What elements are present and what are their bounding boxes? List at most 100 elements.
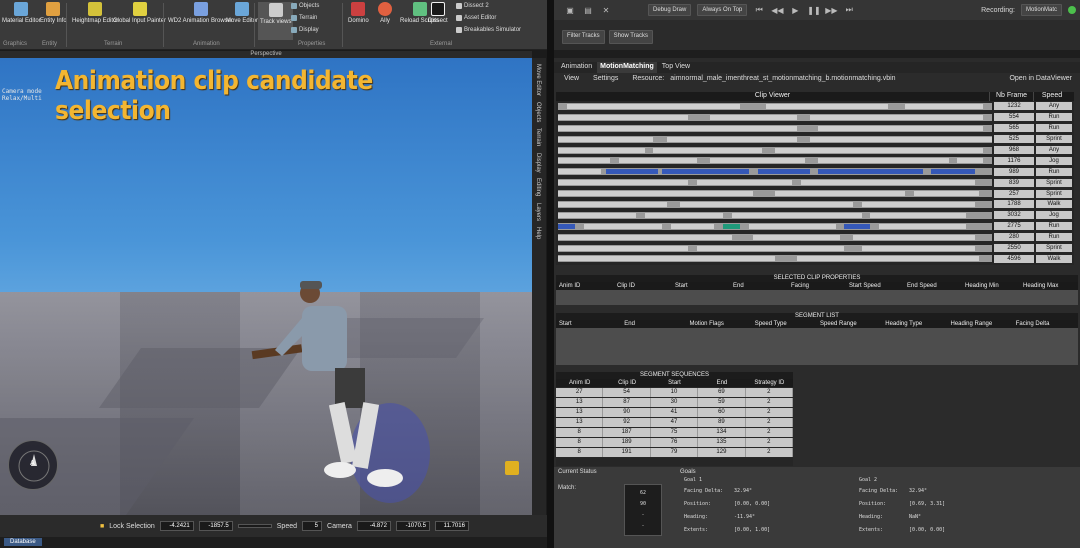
- sequence-row[interactable]: 8 189 76 135 2: [556, 438, 794, 447]
- clip-track[interactable]: [558, 124, 992, 132]
- clip-segment[interactable]: [818, 125, 984, 131]
- clip-row[interactable]: 280 Run: [556, 232, 1074, 243]
- pause-icon[interactable]: ❚❚: [807, 6, 820, 15]
- clip-segment[interactable]: [905, 103, 984, 109]
- clip-row[interactable]: 1232 Any: [556, 101, 1074, 112]
- clip-segment[interactable]: [766, 103, 888, 109]
- clip-segment[interactable]: [558, 223, 576, 229]
- clip-row[interactable]: 4596 Walk: [556, 253, 1074, 264]
- clip-row[interactable]: 565 Run: [556, 123, 1074, 134]
- clip-segment[interactable]: [709, 158, 806, 164]
- clip-track[interactable]: [558, 179, 992, 187]
- filter-tracks-button[interactable]: Filter Tracks: [562, 30, 605, 44]
- clip-track[interactable]: [558, 244, 992, 252]
- display-toggle[interactable]: Display: [291, 27, 319, 33]
- clip-row[interactable]: 2775 Run: [556, 221, 1074, 232]
- clip-segment[interactable]: [679, 201, 854, 207]
- clip-segment[interactable]: [853, 234, 975, 240]
- clip-segment[interactable]: [696, 180, 793, 186]
- clip-segment[interactable]: [566, 103, 741, 109]
- clip-segment[interactable]: [584, 223, 663, 229]
- clip-segment[interactable]: [709, 114, 797, 120]
- debug-draw-button[interactable]: Debug Draw: [648, 4, 692, 16]
- sequence-row[interactable]: 13 90 41 60 2: [556, 408, 794, 417]
- sequence-row[interactable]: 8 191 79 129 2: [556, 448, 794, 457]
- camera-z-field[interactable]: 11.7016: [434, 521, 469, 531]
- clip-segment[interactable]: [605, 169, 658, 175]
- clip-row[interactable]: 525 Sprint: [556, 134, 1074, 145]
- side-tab-objects[interactable]: Objects: [535, 102, 541, 122]
- view-menu[interactable]: View: [564, 75, 579, 87]
- clip-segment[interactable]: [775, 147, 984, 153]
- clip-segment[interactable]: [775, 191, 906, 197]
- side-tab-layers[interactable]: Layers: [535, 203, 541, 221]
- clip-segment[interactable]: [722, 223, 741, 229]
- side-tab-editing[interactable]: Editing: [535, 178, 541, 196]
- breakables-simulator-button[interactable]: Breakables Simulator: [456, 27, 521, 33]
- clip-segment[interactable]: [757, 169, 810, 175]
- clip-track[interactable]: [558, 211, 992, 219]
- clip-segment[interactable]: [558, 136, 654, 142]
- clip-segment[interactable]: [931, 169, 975, 175]
- clip-segment[interactable]: [653, 147, 762, 153]
- clip-segment[interactable]: [558, 212, 637, 218]
- clip-row[interactable]: 1788 Walk: [556, 199, 1074, 210]
- heightmap-editor-button[interactable]: Heightmap Editor: [72, 2, 118, 25]
- clip-segment[interactable]: [558, 180, 689, 186]
- skip-start-icon[interactable]: ⏮: [753, 5, 765, 15]
- track-views-button[interactable]: Track views: [258, 2, 294, 40]
- skip-end-icon[interactable]: ⏭: [843, 5, 855, 15]
- clip-segment[interactable]: [558, 125, 797, 131]
- dissect-button[interactable]: Dissect: [428, 2, 448, 25]
- clip-segment[interactable]: [753, 234, 841, 240]
- step-back-icon[interactable]: ◀◀: [771, 6, 783, 15]
- domino-button[interactable]: Domino: [348, 2, 369, 25]
- clip-segment[interactable]: [696, 245, 845, 251]
- clip-track[interactable]: [558, 113, 992, 121]
- side-tab-move-editor[interactable]: Move Editor: [535, 64, 541, 96]
- panel-splitter[interactable]: [547, 0, 554, 548]
- clip-segment[interactable]: [558, 147, 645, 153]
- clip-track[interactable]: [558, 233, 992, 241]
- clip-segment[interactable]: [666, 136, 797, 142]
- camera-y-field[interactable]: -1070.5: [395, 521, 430, 531]
- clip-row[interactable]: 1176 Jog: [556, 155, 1074, 166]
- pos-x-field[interactable]: -4.2421: [159, 521, 194, 531]
- clip-segment[interactable]: [913, 191, 979, 197]
- tab-motion-matching[interactable]: MotionMatching: [597, 62, 657, 73]
- pos-y-field[interactable]: -1857.5: [198, 521, 233, 531]
- dissect2-button[interactable]: Dissect 2: [456, 3, 489, 9]
- clip-segment[interactable]: [731, 212, 862, 218]
- global-input-painter-button[interactable]: Global Input Painter: [113, 2, 166, 25]
- clip-row[interactable]: 968 Any: [556, 145, 1074, 156]
- objects-toggle[interactable]: Objects: [291, 3, 319, 9]
- clip-track[interactable]: [558, 146, 992, 154]
- clip-segment[interactable]: [818, 158, 949, 164]
- clip-segment[interactable]: [809, 114, 984, 120]
- clip-segment[interactable]: [748, 223, 836, 229]
- sequence-row[interactable]: 13 92 47 89 2: [556, 418, 794, 427]
- clip-segment[interactable]: [558, 158, 611, 164]
- clip-segment[interactable]: [558, 234, 732, 240]
- clip-segment[interactable]: [861, 245, 975, 251]
- settings-menu[interactable]: Settings: [593, 75, 618, 87]
- clip-segment[interactable]: [558, 256, 775, 262]
- sequence-row[interactable]: 8 187 75 134 2: [556, 428, 794, 437]
- speed-field[interactable]: 5: [302, 521, 323, 531]
- open-in-dataviewer-button[interactable]: Open in DataViewer: [1009, 75, 1072, 87]
- clip-segment[interactable]: [796, 256, 979, 262]
- clip-row[interactable]: 2550 Sprint: [556, 243, 1074, 254]
- clip-track[interactable]: [558, 168, 992, 176]
- clip-track[interactable]: [558, 222, 992, 230]
- clip-track[interactable]: [558, 102, 992, 110]
- material-editor-button[interactable]: Material Editor: [2, 2, 41, 25]
- play-icon[interactable]: ▶: [789, 6, 801, 15]
- clip-segment[interactable]: [957, 158, 984, 164]
- clip-segment[interactable]: [818, 169, 923, 175]
- clip-segment[interactable]: [558, 245, 689, 251]
- pos-z-field[interactable]: [237, 524, 272, 528]
- folder-icon[interactable]: ▤: [582, 6, 594, 15]
- clip-track[interactable]: [558, 190, 992, 198]
- clip-segment[interactable]: [618, 158, 697, 164]
- clip-segment[interactable]: [558, 201, 667, 207]
